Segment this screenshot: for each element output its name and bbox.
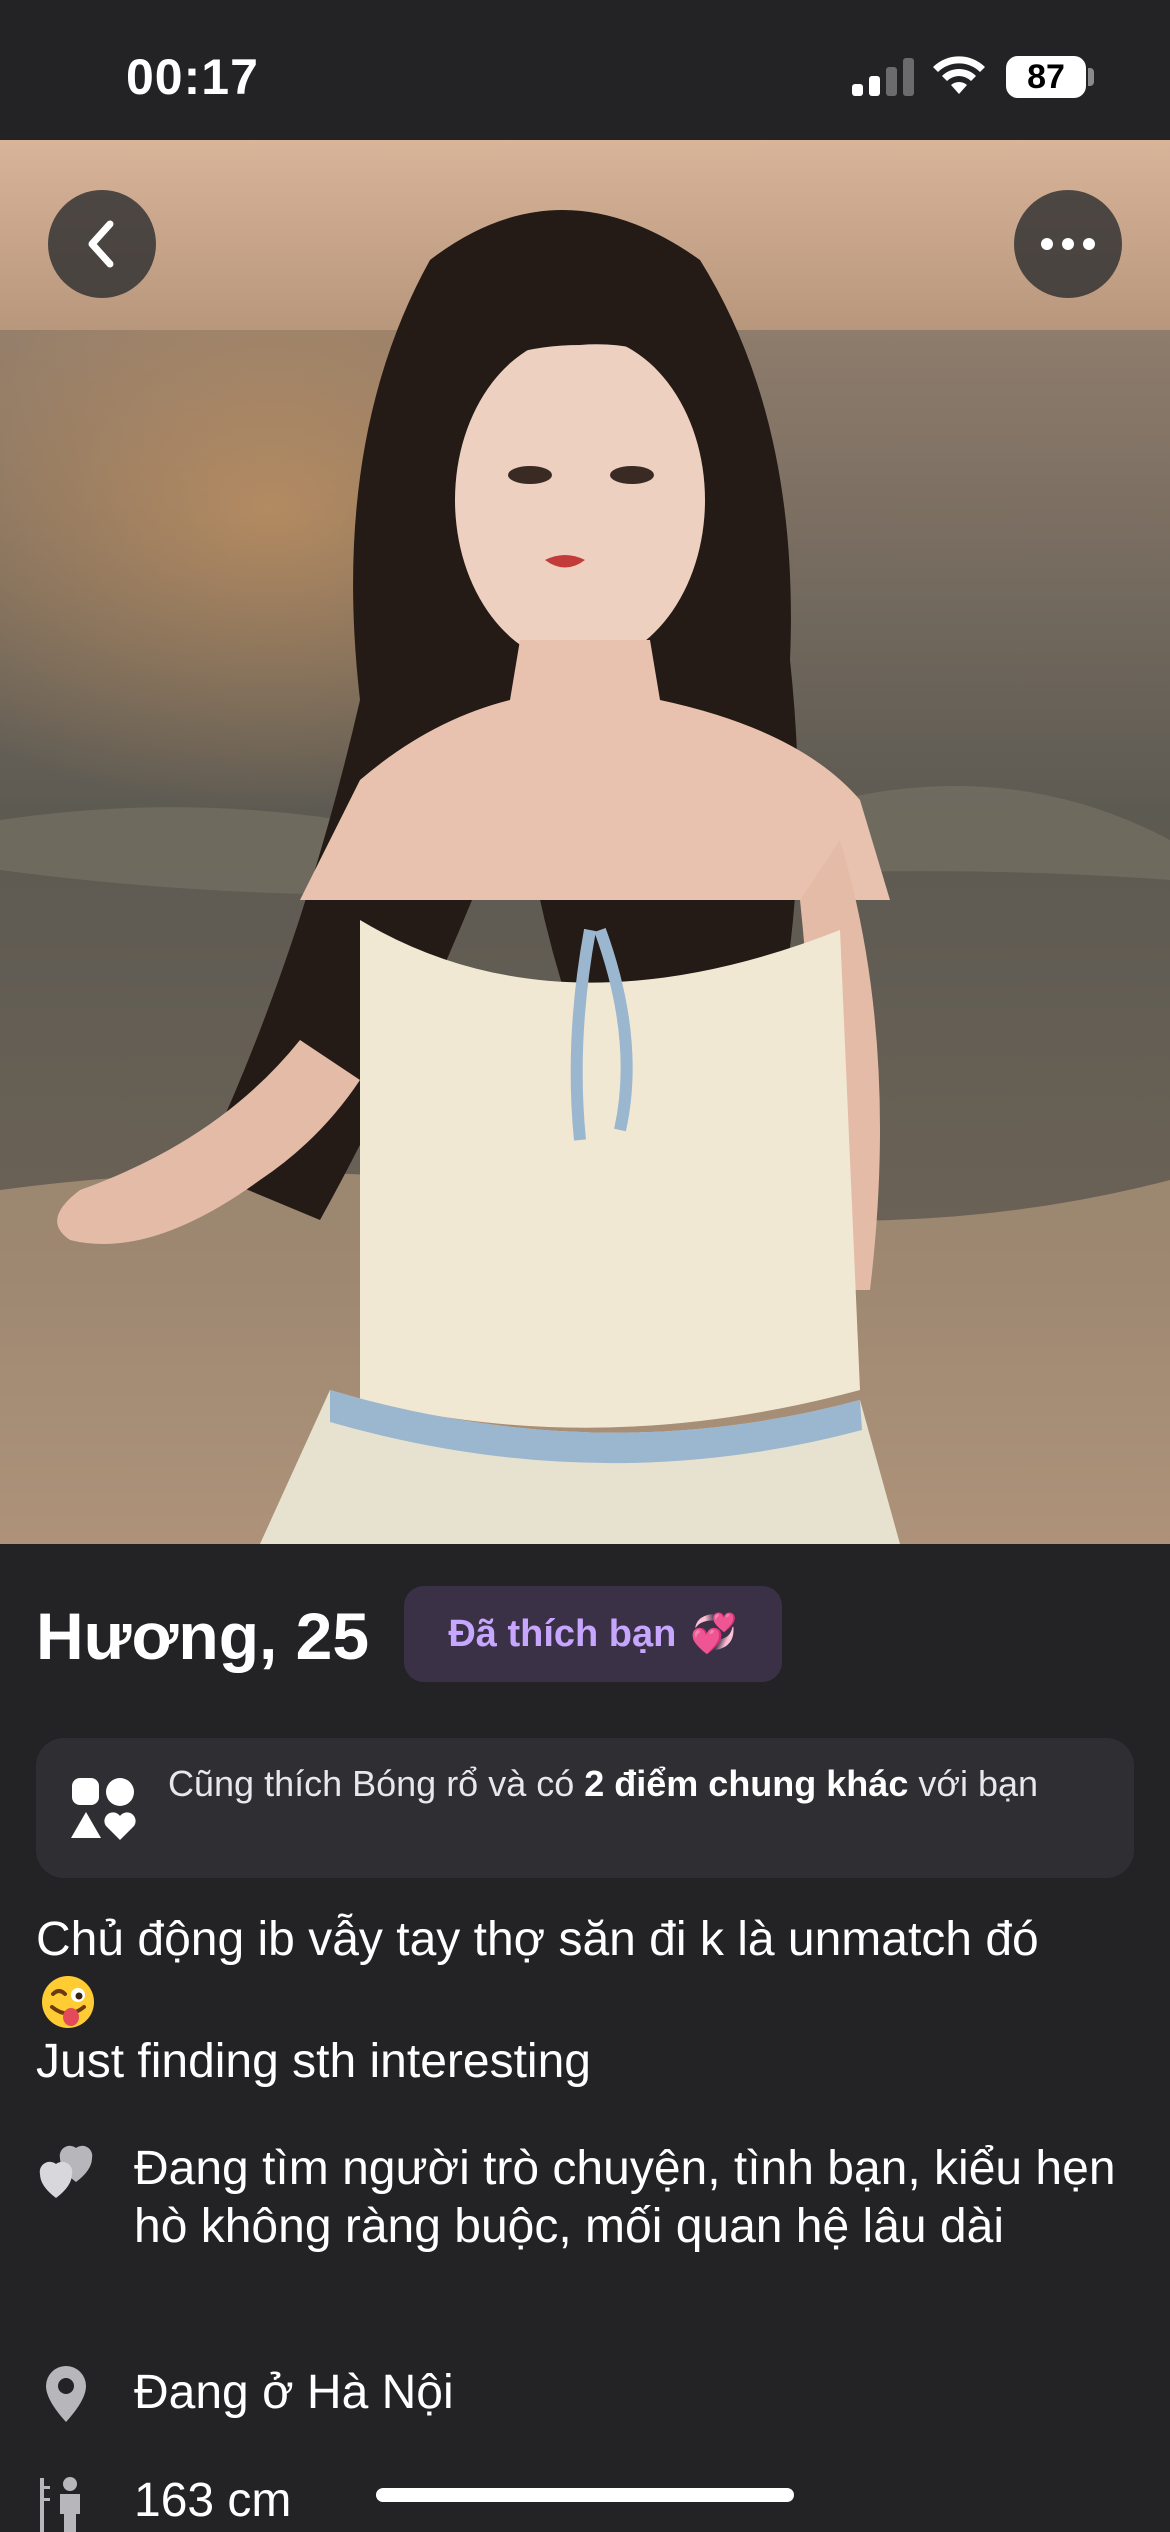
profile-name-age: Hương, 25 xyxy=(36,1599,370,1673)
common-interests-card[interactable]: Cũng thích Bóng rổ và có 2 điểm chung kh… xyxy=(36,1738,1134,1878)
profile-photo[interactable] xyxy=(0,140,1170,1544)
more-options-button[interactable] xyxy=(1014,190,1122,298)
cellular-signal-icon xyxy=(852,56,914,96)
looking-for-text: Đang tìm người trò chuyện, tình bạn, kiể… xyxy=(134,2142,1116,2253)
location-pin-icon xyxy=(46,2366,86,2422)
looking-for-row: Đang tìm người trò chuyện, tình bạn, kiể… xyxy=(36,2140,1136,2320)
wifi-icon xyxy=(933,56,985,94)
ellipsis-icon xyxy=(1041,238,1095,250)
location-row: Đang ở Hà Nội xyxy=(36,2364,1136,2426)
photo-illustration xyxy=(0,140,1170,1544)
status-time: 00:17 xyxy=(126,49,259,105)
hearts-icon xyxy=(39,2145,93,2198)
home-indicator[interactable] xyxy=(376,2488,794,2502)
chevron-left-icon xyxy=(88,220,114,268)
height-row: 163 cm xyxy=(36,2472,1136,2532)
bio-text: Chủ động ib vẫy tay thợ săn đi k là unma… xyxy=(36,1910,1136,2092)
location-text: Đang ở Hà Nội xyxy=(134,2366,454,2419)
shapes-icon xyxy=(71,1778,136,1840)
common-suffix: với bạn xyxy=(908,1763,1039,1804)
bio-line-1: Chủ động ib vẫy tay thợ săn đi k là unma… xyxy=(36,1913,1039,1966)
battery-indicator: 87 xyxy=(1006,56,1086,98)
height-ruler-icon xyxy=(40,2477,80,2532)
battery-tip xyxy=(1088,68,1094,86)
hearts-emoji-icon: 💞 xyxy=(690,1613,738,1655)
bio-line-2: Just finding sth interesting xyxy=(36,2035,591,2088)
back-button[interactable] xyxy=(48,190,156,298)
status-bar: 00:17 87 xyxy=(0,0,1170,140)
liked-badge-label: Đã thích bạn xyxy=(448,1612,677,1655)
common-interests-text: Cũng thích Bóng rổ và có 2 điểm chung kh… xyxy=(168,1760,1098,1808)
common-highlight: 2 điểm chung khác xyxy=(584,1763,909,1804)
common-prefix: Cũng thích Bóng rổ và có xyxy=(168,1763,585,1804)
winking-tongue-emoji-icon xyxy=(42,1976,94,2028)
liked-you-badge: Đã thích bạn 💞 xyxy=(404,1586,782,1682)
